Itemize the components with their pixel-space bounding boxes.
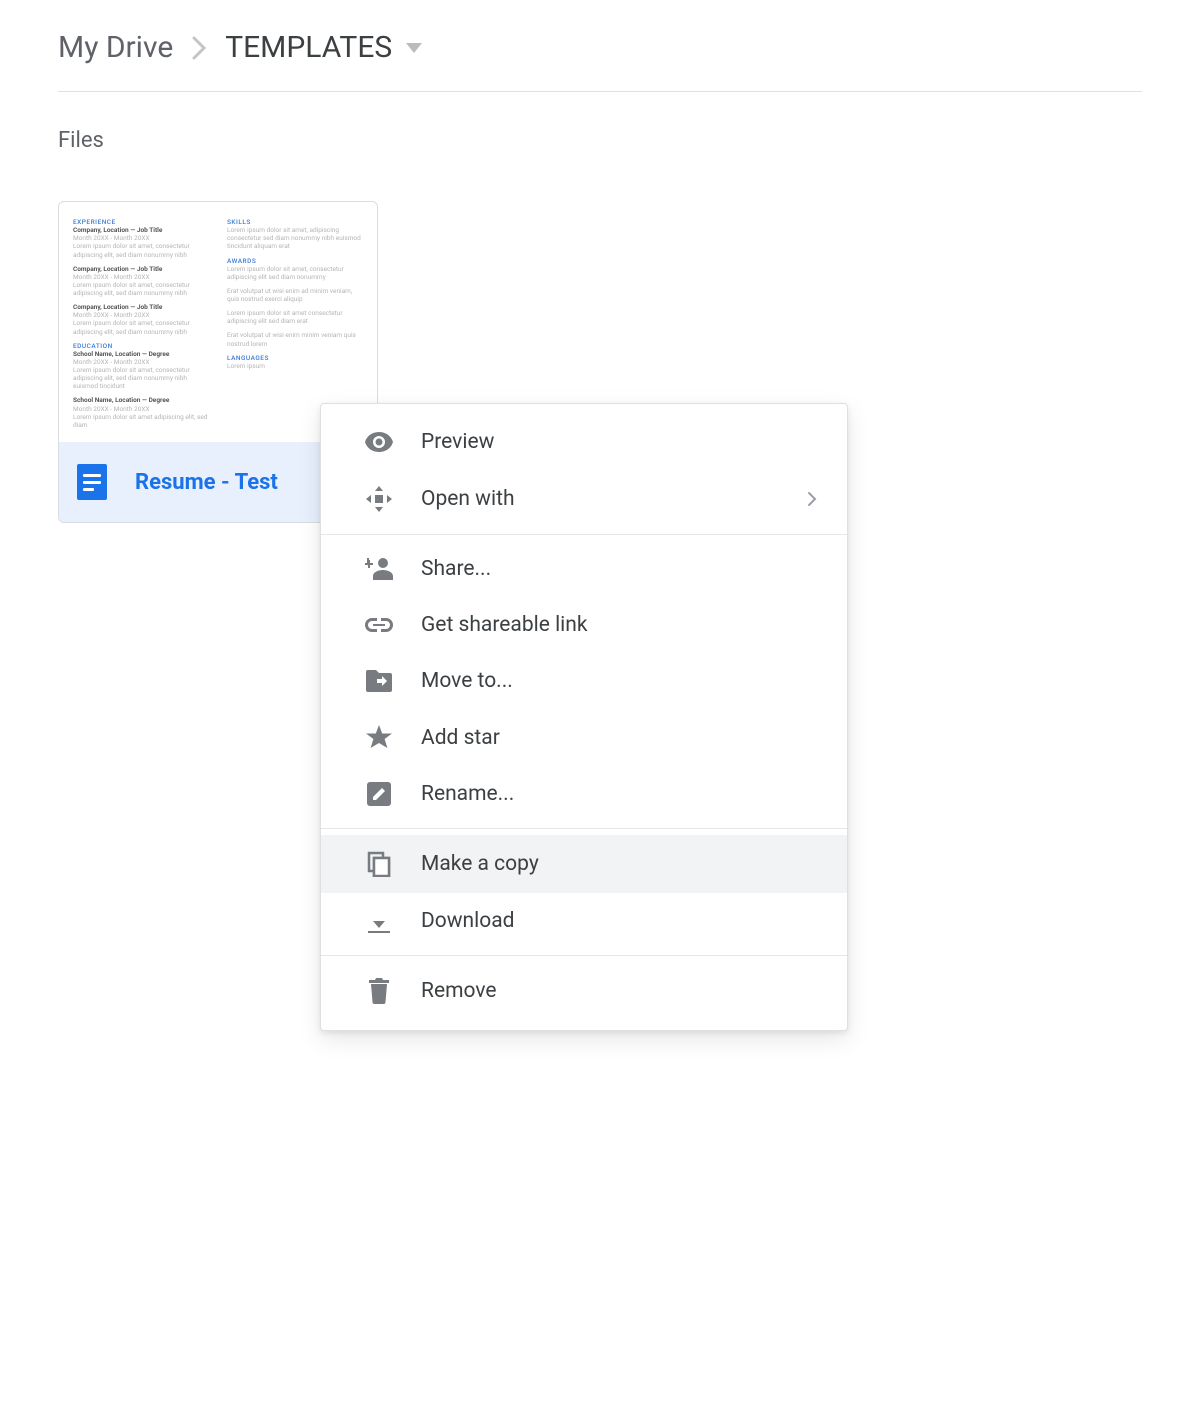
breadcrumb: My Drive TEMPLATES bbox=[58, 30, 1142, 92]
menu-open-with[interactable]: Open with bbox=[321, 470, 847, 528]
menu-get-shareable-link[interactable]: Get shareable link bbox=[321, 597, 847, 653]
menu-share[interactable]: Share... bbox=[321, 541, 847, 597]
menu-label: Download bbox=[421, 909, 515, 933]
menu-divider bbox=[321, 828, 847, 829]
file-name: Resume - Test bbox=[135, 470, 278, 495]
menu-move-to[interactable]: Move to... bbox=[321, 653, 847, 709]
menu-label: Add star bbox=[421, 726, 500, 750]
star-icon bbox=[365, 725, 393, 750]
folder-move-icon bbox=[365, 670, 393, 692]
menu-rename[interactable]: Rename... bbox=[321, 766, 847, 822]
chevron-down-icon bbox=[406, 43, 422, 53]
menu-preview[interactable]: Preview bbox=[321, 414, 847, 470]
menu-label: Get shareable link bbox=[421, 613, 588, 637]
menu-label: Rename... bbox=[421, 782, 514, 806]
menu-remove[interactable]: Remove bbox=[321, 962, 847, 1020]
breadcrumb-current[interactable]: TEMPLATES bbox=[225, 30, 422, 65]
breadcrumb-root[interactable]: My Drive bbox=[58, 30, 173, 65]
download-icon bbox=[365, 909, 393, 933]
menu-label: Move to... bbox=[421, 669, 513, 693]
menu-divider bbox=[321, 955, 847, 956]
breadcrumb-current-label: TEMPLATES bbox=[225, 30, 392, 65]
person-add-icon bbox=[365, 558, 393, 580]
menu-label: Remove bbox=[421, 979, 497, 1003]
chevron-right-icon bbox=[807, 491, 817, 507]
link-icon bbox=[365, 618, 393, 632]
chevron-right-icon bbox=[191, 35, 207, 61]
copy-icon bbox=[365, 851, 393, 877]
section-heading: Files bbox=[58, 128, 1142, 153]
menu-label: Open with bbox=[421, 487, 515, 511]
menu-download[interactable]: Download bbox=[321, 893, 847, 949]
eye-icon bbox=[365, 432, 393, 452]
google-doc-icon bbox=[77, 464, 107, 500]
menu-label: Make a copy bbox=[421, 852, 539, 876]
open-with-icon bbox=[365, 486, 393, 512]
menu-add-star[interactable]: Add star bbox=[321, 709, 847, 766]
menu-make-copy[interactable]: Make a copy bbox=[321, 835, 847, 893]
context-menu: Preview Open with Share... Get shareable… bbox=[320, 403, 848, 1031]
menu-label: Preview bbox=[421, 430, 494, 454]
menu-label: Share... bbox=[421, 557, 491, 581]
trash-icon bbox=[365, 978, 393, 1004]
rename-icon bbox=[365, 782, 393, 806]
menu-divider bbox=[321, 534, 847, 535]
